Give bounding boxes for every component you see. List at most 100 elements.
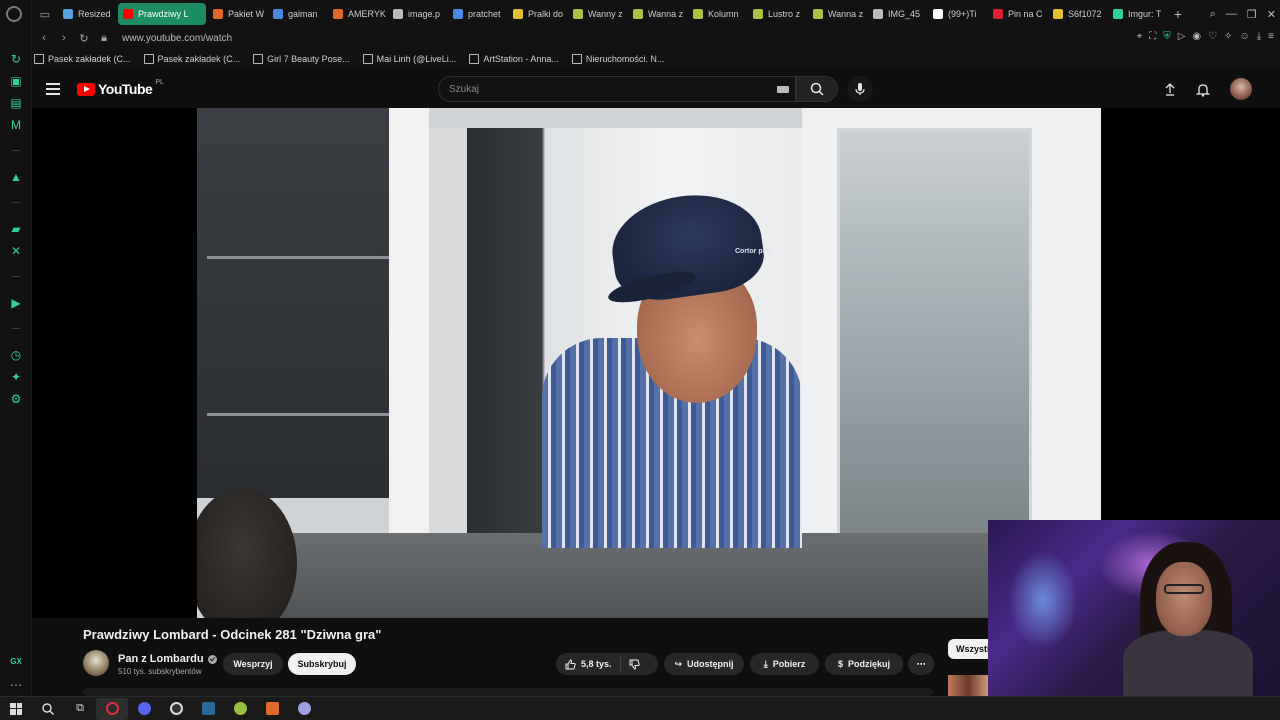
obs-taskbar-icon[interactable] — [160, 698, 192, 720]
twitch-icon[interactable]: ▰ — [8, 221, 24, 237]
upload-icon[interactable] — [1164, 82, 1176, 96]
share-button[interactable]: ↪ Udostępnij — [664, 653, 744, 675]
bookmark-item[interactable]: Pasek zakładek (C... — [143, 54, 241, 64]
heart-icon[interactable]: ♡ — [1208, 31, 1217, 42]
filter-chip-all[interactable]: Wszystko — [948, 639, 988, 659]
notifications-bell-icon[interactable] — [1196, 82, 1210, 97]
app-taskbar-icon[interactable] — [192, 698, 224, 720]
download-icon[interactable]: ⤓ — [1257, 31, 1261, 42]
bookmark-item[interactable]: ArtStation - Anna... — [469, 54, 559, 64]
speed-dial-icon[interactable]: ▣ — [8, 73, 24, 89]
tab-label: Pralki do — [528, 9, 564, 19]
news-icon[interactable]: ▤ — [8, 95, 24, 111]
browser-tab[interactable]: Wanny z — [568, 3, 626, 25]
browser-tab[interactable]: Wanna z — [628, 3, 686, 25]
url-field[interactable]: www.youtube.com/watch — [122, 33, 232, 44]
app-taskbar-icon[interactable] — [224, 698, 256, 720]
messenger-icon[interactable]: M — [8, 117, 24, 133]
close-icon[interactable]: ✕ — [1267, 8, 1276, 21]
taskbar-search-icon[interactable] — [32, 698, 64, 720]
hamburger-menu-icon[interactable] — [46, 83, 60, 95]
tab-favicon-icon — [1053, 9, 1063, 19]
bookmark-label: Nieruchomości. N... — [585, 54, 665, 64]
browser-tab[interactable]: Kolumn — [688, 3, 746, 25]
opera-logo-icon[interactable] — [6, 6, 22, 22]
bookmark-item[interactable]: Nieruchomości. N... — [571, 54, 665, 64]
app-taskbar-icon[interactable] — [288, 698, 320, 720]
search-input[interactable] — [449, 83, 749, 95]
download-button[interactable]: ⤓ Pobierz — [750, 653, 819, 675]
browser-tab[interactable]: Pin na C — [988, 3, 1046, 25]
browser-tab[interactable]: Wanna z — [808, 3, 866, 25]
more-actions-button[interactable]: ⋯ — [908, 653, 934, 675]
channel-name[interactable]: Pan z Lombardu — [118, 653, 204, 665]
refresh-icon[interactable]: ↻ — [8, 51, 24, 67]
browser-tab[interactable]: AMERYK — [328, 3, 386, 25]
bookmark-item[interactable]: Girl 7 Beauty Pose... — [253, 54, 350, 64]
dislike-button[interactable] — [621, 659, 640, 670]
streamer-webcam — [988, 520, 1280, 696]
player-icon[interactable]: ▶ — [8, 295, 24, 311]
like-count: 5,8 tys. — [581, 659, 612, 669]
browser-tab[interactable]: (99+)Ti — [928, 3, 986, 25]
browser-tab[interactable]: Prawdziwy L — [118, 3, 206, 25]
keyboard-icon[interactable] — [777, 86, 789, 93]
browser-tab[interactable]: pratchet — [448, 3, 506, 25]
history-icon[interactable]: ◷ — [8, 347, 24, 363]
discord-taskbar-icon[interactable] — [128, 698, 160, 720]
download-arrow-icon: ⤓ — [763, 658, 768, 669]
wallet-icon[interactable]: ◉ — [1192, 31, 1201, 42]
browser-tab[interactable]: Imgur: T — [1108, 3, 1166, 25]
settings-icon[interactable]: ⚙ — [8, 391, 24, 407]
browser-tab[interactable]: Pakiet W — [208, 3, 266, 25]
like-button[interactable]: 5,8 tys. — [556, 657, 621, 671]
profile-icon[interactable]: ☺ — [1240, 31, 1250, 42]
opera-gx-taskbar-icon[interactable] — [96, 697, 128, 720]
gx-label[interactable]: GX — [0, 657, 32, 666]
maximize-icon[interactable]: ❐ — [1247, 8, 1257, 21]
browser-tab[interactable]: S6f1072 — [1048, 3, 1106, 25]
browser-tab[interactable]: IMG_45 — [868, 3, 926, 25]
video-frame[interactable]: Cortor plus — [197, 108, 1101, 618]
vpn-icon[interactable]: ⛨ — [1163, 31, 1171, 42]
tab-favicon-icon — [1113, 9, 1123, 19]
browser-tab[interactable]: Resized — [58, 3, 116, 25]
channel-avatar[interactable] — [83, 650, 109, 676]
tab-menu-icon[interactable]: ▭ — [36, 6, 54, 22]
browser-tab[interactable]: gaiman — [268, 3, 326, 25]
new-tab-button[interactable]: + — [1168, 6, 1188, 22]
play-icon[interactable]: ▷ — [1178, 31, 1186, 42]
start-button[interactable] — [0, 698, 32, 720]
search-button[interactable] — [796, 76, 838, 102]
minimize-icon[interactable]: — — [1226, 8, 1237, 20]
browser-tab[interactable]: Lustro z — [748, 3, 806, 25]
aria-icon[interactable]: ▲ — [8, 169, 24, 185]
browser-tab[interactable]: image.p — [388, 3, 446, 25]
bookmark-item[interactable]: Mai Linh (@LiveLi... — [362, 54, 456, 64]
browser-tab[interactable]: Pralki do — [508, 3, 566, 25]
extensions-icon[interactable]: ✦ — [8, 369, 24, 385]
youtube-logo[interactable]: YouTube PL — [77, 79, 164, 97]
extensions-toolbar-icon[interactable]: ✧ — [1224, 31, 1232, 42]
menu-icon[interactable]: ≡ — [1268, 31, 1274, 42]
bookmark-item[interactable]: Pasek zakładek (C... — [34, 54, 131, 64]
pin-icon[interactable]: ⌖ — [1137, 31, 1143, 42]
reload-icon[interactable]: ↻ — [76, 32, 92, 45]
more-icon[interactable]: ⋯ — [8, 677, 24, 693]
search-tabs-icon[interactable]: ⌕ — [1210, 8, 1216, 21]
subscribe-button[interactable]: Subskrybuj — [288, 653, 356, 675]
forward-icon[interactable]: › — [56, 32, 72, 44]
account-avatar[interactable] — [1230, 78, 1252, 100]
snapshot-icon[interactable]: ⛶ — [1149, 31, 1156, 42]
bookmark-label: Pasek zakładek (C... — [157, 54, 241, 64]
thanks-button[interactable]: $ Podziękuj — [825, 653, 903, 675]
task-view-icon[interactable]: ⧉ — [64, 698, 96, 720]
recommended-thumbnail[interactable] — [948, 675, 988, 696]
tab-bar: ▭ Resized Prawdziwy L Pakiet W gaiman AMERYK… — [6, 0, 1280, 28]
x-icon[interactable]: ✕ — [8, 243, 24, 259]
tab-label: Imgur: T — [1128, 9, 1162, 19]
voice-search-button[interactable] — [847, 76, 873, 102]
support-button[interactable]: Wesprzyj — [223, 653, 283, 675]
app-taskbar-icon[interactable] — [256, 698, 288, 720]
back-icon[interactable]: ‹ — [36, 32, 52, 44]
